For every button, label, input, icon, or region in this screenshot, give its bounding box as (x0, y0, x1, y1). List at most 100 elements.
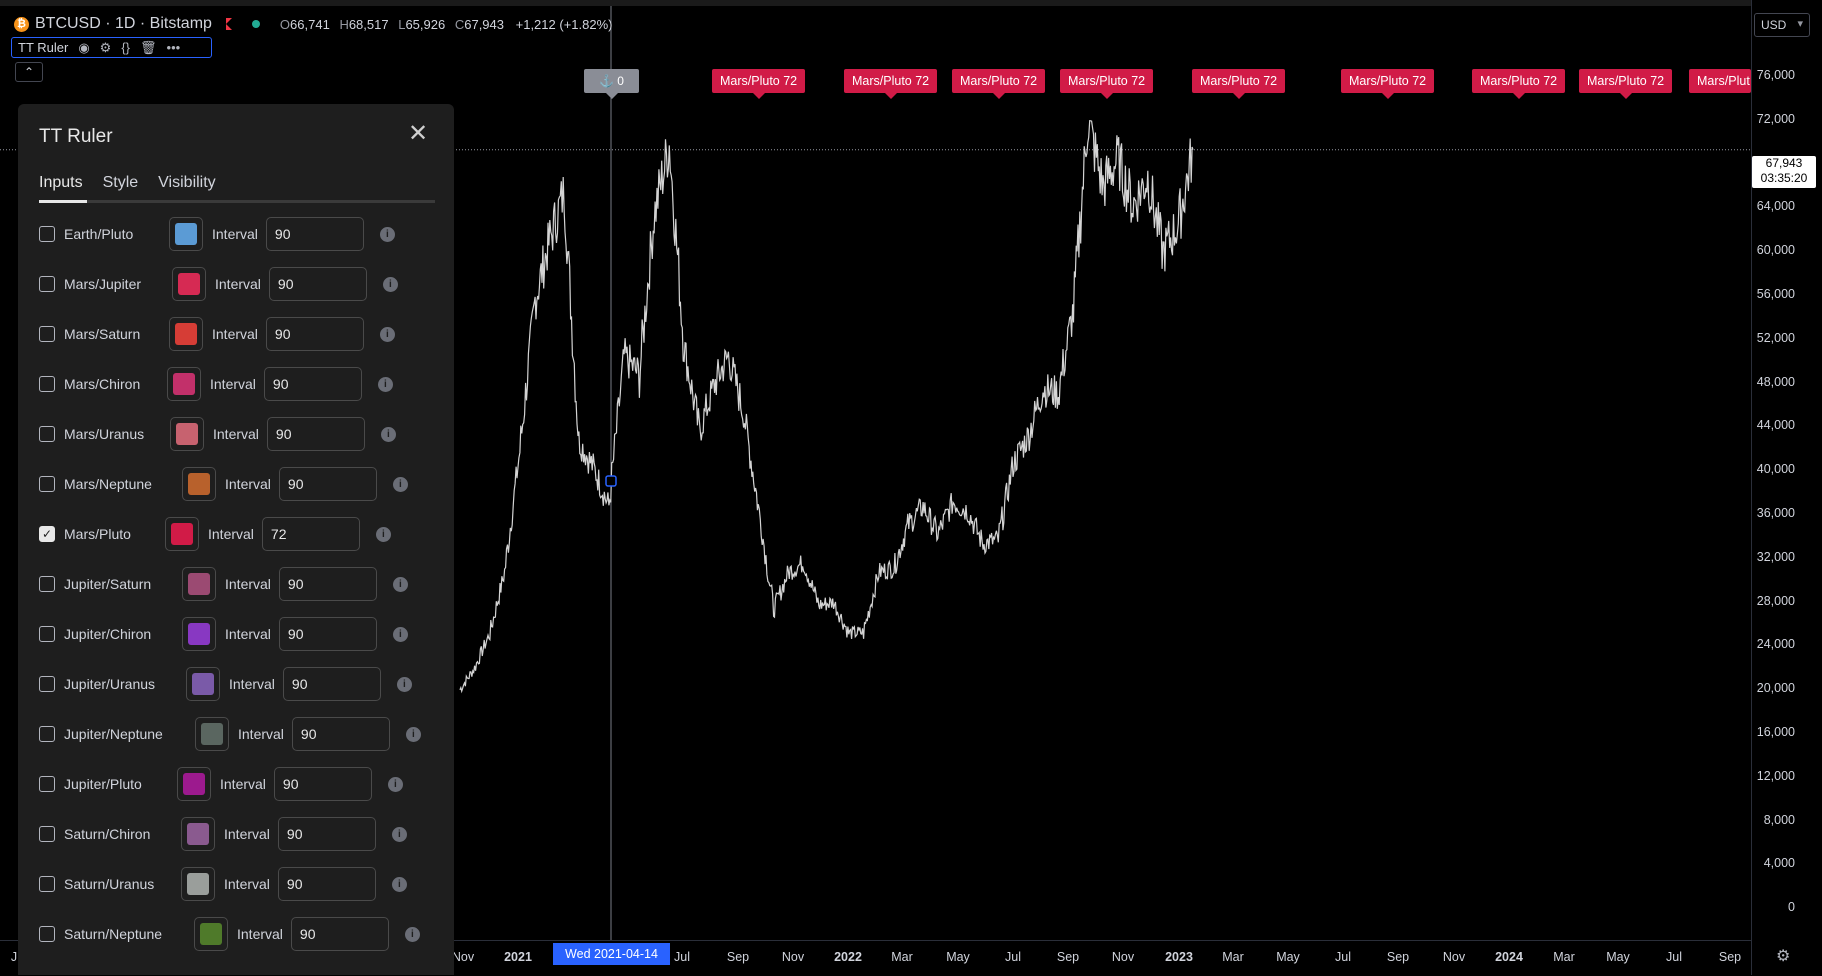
interval-input[interactable] (278, 617, 377, 651)
last-price-label: 67,943 03:35:20 (1752, 156, 1816, 188)
info-icon[interactable]: i (380, 426, 396, 442)
swatch-fill (188, 573, 210, 595)
marker-label[interactable]: Mars/Pluto 72 (1341, 69, 1435, 99)
interval-input[interactable] (261, 517, 360, 551)
marker-label[interactable]: Mars/Pluto 72 (1579, 69, 1673, 99)
interval-input[interactable] (265, 317, 364, 351)
interval-label: Interval (208, 526, 254, 542)
interval-input[interactable] (282, 667, 381, 701)
color-swatch[interactable] (165, 517, 199, 551)
info-icon[interactable]: i (379, 226, 395, 242)
marker-label[interactable]: Mars/Pluto 72 (712, 69, 806, 99)
interval-input[interactable] (266, 417, 365, 451)
enable-checkbox[interactable] (39, 326, 55, 342)
color-swatch[interactable] (177, 767, 211, 801)
enable-checkbox[interactable] (39, 476, 55, 492)
color-swatch[interactable] (172, 267, 206, 301)
color-swatch[interactable] (182, 467, 216, 501)
more-icon[interactable]: ••• (167, 40, 181, 55)
last-price: 67,943 (1765, 156, 1803, 170)
interval-label: Interval (224, 826, 270, 842)
close-icon[interactable]: ✕ (408, 122, 428, 146)
info-icon[interactable]: i (405, 726, 421, 742)
interval-input[interactable] (290, 917, 389, 951)
interval-input[interactable] (277, 867, 376, 901)
inputs-list[interactable]: Earth/Pluto Interval i Mars/Jupiter Interval… (18, 204, 454, 975)
tab-inputs[interactable]: Inputs (39, 174, 83, 192)
enable-checkbox[interactable] (39, 876, 55, 892)
delete-icon[interactable]: 🗑 (140, 40, 157, 56)
indicator-name[interactable]: TT Ruler (18, 40, 68, 55)
enable-checkbox[interactable] (39, 676, 55, 692)
marker-label[interactable]: Mars/Pluto 72 (844, 69, 938, 99)
interval-input[interactable] (268, 267, 367, 301)
interval-input[interactable] (277, 817, 376, 851)
tab-style[interactable]: Style (103, 174, 139, 192)
marker-label[interactable]: Mars/Pluto 72 (1472, 69, 1566, 99)
color-swatch[interactable] (182, 617, 216, 651)
info-icon[interactable]: i (392, 576, 408, 592)
info-icon[interactable]: i (382, 276, 398, 292)
info-icon[interactable]: i (404, 926, 420, 942)
tab-visibility[interactable]: Visibility (158, 174, 216, 192)
interval-input[interactable] (278, 567, 377, 601)
price-tick-label: 12,000 (1756, 768, 1795, 783)
info-icon[interactable]: i (396, 676, 412, 692)
marker-label[interactable]: Mars/Pluto 72 (1060, 69, 1154, 99)
color-swatch[interactable] (181, 817, 215, 851)
color-swatch[interactable] (167, 367, 201, 401)
collapse-legend-button[interactable]: ⌃ (15, 62, 43, 82)
color-swatch[interactable] (182, 567, 216, 601)
ruler-anchor-label[interactable]: ⚓ 0 (584, 69, 639, 99)
settings-icon[interactable]: ⚙ (100, 40, 112, 56)
color-swatch[interactable] (195, 717, 229, 751)
color-swatch[interactable] (169, 317, 203, 351)
source-code-icon[interactable]: {} (121, 40, 130, 55)
color-swatch[interactable] (169, 217, 203, 251)
info-icon[interactable]: i (392, 626, 408, 642)
price-tick-label: 60,000 (1756, 243, 1795, 258)
marker-label[interactable]: Mars/Plut (1689, 69, 1751, 93)
color-swatch[interactable] (186, 667, 220, 701)
enable-checkbox[interactable] (39, 726, 55, 742)
drawing-handle[interactable] (605, 475, 617, 487)
color-swatch[interactable] (170, 417, 204, 451)
enable-checkbox[interactable] (39, 776, 55, 792)
enable-checkbox[interactable] (39, 226, 55, 242)
input-row: Jupiter/Neptune Interval i (39, 716, 421, 752)
interval-input[interactable] (273, 767, 372, 801)
interval-label: Interval (220, 776, 266, 792)
enable-checkbox[interactable] (39, 426, 55, 442)
info-icon[interactable]: i (375, 526, 391, 542)
marker-label[interactable]: Mars/Pluto 72 (952, 69, 1046, 99)
enable-checkbox[interactable]: ✓ (39, 526, 55, 542)
currency-select[interactable]: USD (1754, 13, 1810, 37)
symbol-title[interactable]: BTCUSD · 1D · Bitstamp (35, 15, 212, 33)
enable-checkbox[interactable] (39, 276, 55, 292)
enable-checkbox[interactable] (39, 926, 55, 942)
enable-checkbox[interactable] (39, 626, 55, 642)
price-axis[interactable]: 76,00072,00068,00064,00060,00056,00052,0… (1751, 0, 1822, 975)
interval-input[interactable] (263, 367, 362, 401)
time-tick-label: J (10, 950, 18, 964)
indicator-legend[interactable]: TT Ruler ◉ ⚙ {} 🗑 ••• (11, 37, 212, 58)
info-icon[interactable]: i (392, 476, 408, 492)
color-swatch[interactable] (194, 917, 228, 951)
marker-label[interactable]: Mars/Pluto 72 (1192, 69, 1286, 99)
eye-icon[interactable]: ◉ (78, 40, 89, 56)
chart-settings-icon[interactable]: ⚙ (1776, 946, 1790, 966)
info-icon[interactable]: i (377, 376, 393, 392)
interval-input[interactable] (265, 217, 364, 251)
interval-input[interactable] (291, 717, 390, 751)
info-icon[interactable]: i (387, 776, 403, 792)
info-icon[interactable]: i (391, 876, 407, 892)
enable-checkbox[interactable] (39, 376, 55, 392)
info-icon[interactable]: i (379, 326, 395, 342)
swatch-fill (175, 223, 197, 245)
info-icon[interactable]: i (391, 826, 407, 842)
flag-icon[interactable] (225, 18, 232, 30)
enable-checkbox[interactable] (39, 826, 55, 842)
enable-checkbox[interactable] (39, 576, 55, 592)
interval-input[interactable] (278, 467, 377, 501)
color-swatch[interactable] (181, 867, 215, 901)
